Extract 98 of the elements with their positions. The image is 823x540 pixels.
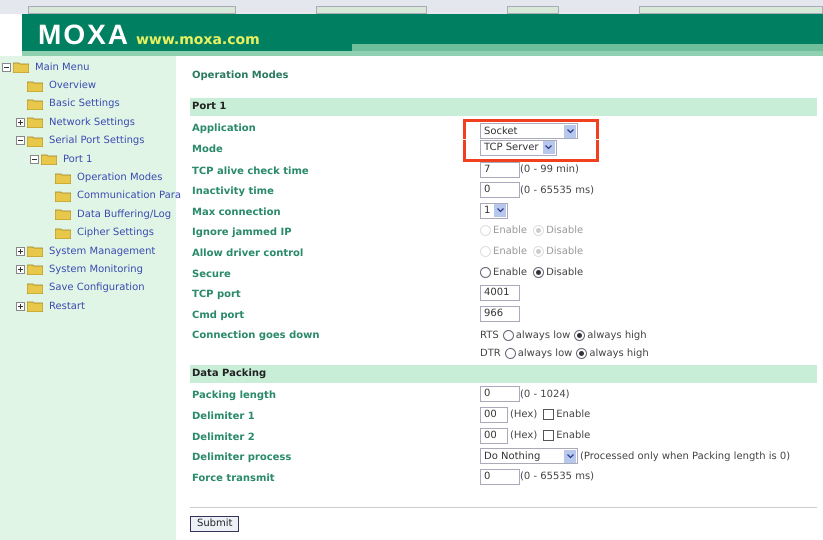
expand-icon[interactable] xyxy=(16,264,25,274)
field-label: TCP port xyxy=(191,288,242,302)
text-field[interactable]: 0 xyxy=(480,468,520,485)
range-hint: (Processed only when Packing length is 0) xyxy=(580,450,790,464)
radio-label: Enable xyxy=(493,244,528,259)
radio-button[interactable] xyxy=(533,266,544,278)
field-label: TCP alive check time xyxy=(191,164,310,179)
menu-item[interactable]: Port 1 xyxy=(63,152,92,167)
folder-icon xyxy=(27,98,43,110)
menu-item[interactable]: Network Settings xyxy=(49,114,135,130)
range-hint: (Hex) xyxy=(510,429,538,444)
text-field[interactable]: 0 xyxy=(480,182,520,198)
range-hint: (0 - 65535 ms) xyxy=(520,470,594,484)
radio-label: always high xyxy=(587,329,647,344)
field-label: Allow driver control xyxy=(191,246,304,261)
field-label: Delimiter 2 xyxy=(191,430,256,445)
checkbox[interactable] xyxy=(543,430,554,442)
field-label: Packing length xyxy=(191,389,277,404)
checkbox[interactable] xyxy=(543,409,554,420)
dropdown[interactable]: Socket xyxy=(480,123,578,139)
menu-item[interactable]: Data Buffering/Log xyxy=(77,206,172,222)
menu-item[interactable]: Restart xyxy=(49,298,85,314)
radio-button[interactable] xyxy=(576,348,588,360)
field-label: Ignore jammed IP xyxy=(191,226,293,240)
text-field[interactable]: 0 xyxy=(480,386,520,402)
field-label: Delimiter process xyxy=(191,451,292,466)
menu-item[interactable]: Overview xyxy=(49,78,96,94)
collapse-icon[interactable] xyxy=(30,154,39,164)
range-hint: (0 - 1024) xyxy=(520,388,570,402)
menu-item[interactable]: System Monitoring xyxy=(49,262,143,277)
folder-icon xyxy=(55,172,71,184)
field-label: Delimiter 1 xyxy=(191,410,256,424)
text-field[interactable]: 966 xyxy=(480,306,520,322)
radio-button[interactable] xyxy=(480,266,491,278)
folder-icon xyxy=(13,61,29,74)
radio-label: Disable xyxy=(546,244,584,259)
signal-label: DTR xyxy=(480,347,501,362)
menu-item[interactable]: Communication Para xyxy=(77,188,181,204)
folder-icon xyxy=(27,263,43,276)
menu-item[interactable]: System Management xyxy=(49,244,156,259)
radio-label: always high xyxy=(589,347,649,362)
menu-item[interactable]: Save Configuration xyxy=(49,280,145,296)
expand-icon[interactable] xyxy=(16,118,25,127)
radio-label: Disable xyxy=(546,266,584,280)
radio-button[interactable] xyxy=(504,348,516,360)
menu-item[interactable]: Main Menu xyxy=(35,60,90,75)
signal-label: RTS xyxy=(480,329,499,344)
collapse-icon[interactable] xyxy=(16,136,25,146)
expand-icon[interactable] xyxy=(16,246,25,256)
expand-icon[interactable] xyxy=(16,302,25,311)
field-label: Max connection xyxy=(191,206,282,220)
field-label: Inactivity time xyxy=(191,185,275,200)
text-field[interactable]: 00 xyxy=(480,428,508,444)
radio-label: always low xyxy=(516,329,570,344)
menu-item[interactable]: Basic Settings xyxy=(49,96,120,112)
page-title: Operation Modes xyxy=(191,69,290,83)
dropdown[interactable]: 1 xyxy=(480,202,508,219)
range-hint: (0 - 99 min) xyxy=(520,163,579,178)
field-label: Secure xyxy=(191,268,232,282)
radio-label: always low xyxy=(518,347,572,362)
folder-icon xyxy=(55,208,71,220)
radio-label: Disable xyxy=(546,224,584,238)
dropdown[interactable]: TCP Server xyxy=(480,140,557,156)
field-label: Cmd port xyxy=(191,308,246,323)
text-field[interactable]: 4001 xyxy=(480,285,520,302)
collapse-icon[interactable] xyxy=(2,62,11,72)
website-url: www.moxa.com xyxy=(136,30,260,50)
menu-item[interactable]: Cipher Settings xyxy=(77,225,154,240)
field-label: Mode xyxy=(191,142,224,157)
field-label: Force transmit xyxy=(191,472,276,486)
section-header: Data Packing xyxy=(190,365,817,384)
menu-item[interactable]: Operation Modes xyxy=(77,170,162,186)
dropdown[interactable]: Do Nothing xyxy=(480,448,578,464)
radio-button[interactable] xyxy=(574,330,586,342)
checkbox-label: Enable xyxy=(556,408,590,422)
folder-icon xyxy=(55,226,71,239)
logo: MOXA xyxy=(38,21,130,49)
folder-icon xyxy=(27,245,43,258)
radio-label: Enable xyxy=(493,224,528,238)
folder-icon xyxy=(27,80,43,92)
radio-label: Enable xyxy=(493,266,528,280)
checkbox-label: Enable xyxy=(556,429,590,444)
range-hint: (Hex) xyxy=(510,408,538,422)
text-field[interactable]: 00 xyxy=(480,406,508,423)
folder-icon xyxy=(41,153,57,166)
folder-icon xyxy=(27,282,43,294)
folder-icon xyxy=(27,116,43,128)
radio-button[interactable] xyxy=(502,330,514,342)
field-label: Connection goes down xyxy=(191,329,320,344)
text-field[interactable]: 7 xyxy=(480,162,520,178)
folder-icon xyxy=(27,134,43,147)
folder-icon xyxy=(55,190,71,202)
field-label: Application xyxy=(191,122,257,136)
submit-button[interactable]: Submit xyxy=(190,516,240,532)
section-header: Port 1 xyxy=(190,98,817,116)
menu-item[interactable]: Serial Port Settings xyxy=(49,133,144,148)
range-hint: (0 - 65535 ms) xyxy=(520,184,594,198)
folder-icon xyxy=(27,300,43,312)
